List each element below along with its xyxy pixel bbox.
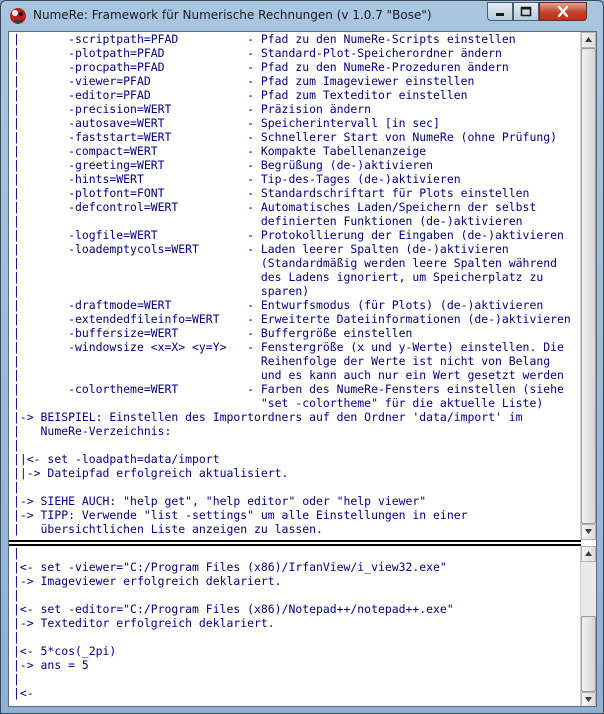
help-output-text: | -scriptpath=PFAD - Pfad zu den NumeRe-… [9, 32, 581, 536]
help-line: |-> BEISPIEL: Einstellen des Importordne… [13, 410, 523, 424]
scroll-down-button[interactable] [581, 692, 596, 706]
window-title: NumeRe: Framework für Numerische Rechnun… [33, 8, 432, 22]
help-line: | sparen) [13, 284, 310, 298]
console-line: |-> ans = 5 [13, 658, 89, 672]
arrow-down-icon [585, 529, 592, 534]
console-line: | [13, 588, 20, 602]
help-line: | -scriptpath=PFAD - Pfad zu den NumeRe-… [13, 32, 516, 46]
help-line: | -viewer=PFAD - Pfad zum Imageviewer ei… [13, 74, 475, 88]
help-line: | (Standardmäßig werden leere Spalten wä… [13, 256, 557, 270]
console-line: |-> Texteditor erfolgreich deklariert. [13, 616, 275, 630]
title-bar[interactable]: NumeRe: Framework für Numerische Rechnun… [1, 1, 603, 31]
arrow-up-icon [585, 551, 592, 556]
help-line: |-> TIPP: Verwende "list -settings" um a… [13, 508, 468, 522]
help-pane-scrollbar[interactable] [580, 32, 596, 540]
console-line: | [13, 672, 20, 686]
console-pane[interactable]: | |<- set -viewer="C:/Program Files (x86)… [9, 546, 581, 706]
help-line: | -hints=WERT - Tip-des-Tages (de-)aktiv… [13, 172, 461, 186]
minimize-button[interactable] [487, 2, 513, 21]
scroll-up-button[interactable] [581, 546, 596, 562]
console-line: |-> Imageviewer erfolgreich deklariert. [13, 574, 282, 588]
minimize-icon [496, 13, 504, 16]
console-area: | -scriptpath=PFAD - Pfad zu den NumeRe-… [8, 31, 597, 707]
help-line: | -windowsize <x=X> <y=Y> - Fenstergröße… [13, 340, 564, 354]
help-line: ||-> Dateipfad erfolgreich aktualisiert. [13, 466, 289, 480]
help-line: | -loademptycols=WERT - Laden leerer Spa… [13, 242, 509, 256]
help-line: | [13, 480, 20, 494]
help-line: | -compact=WERT - Kompakte Tabellenanzei… [13, 144, 427, 158]
scroll-down-button[interactable] [581, 524, 596, 540]
scroll-thumb[interactable] [581, 48, 596, 524]
maximize-icon [520, 6, 532, 17]
console-line: | [13, 546, 20, 560]
arrow-down-icon [585, 697, 592, 702]
help-line: | -logfile=WERT - Protokollierung der Ei… [13, 228, 564, 242]
help-line: | -plotfont=FONT - Standardschriftart fü… [13, 186, 530, 200]
help-output-pane: | -scriptpath=PFAD - Pfad zu den NumeRe-… [9, 32, 581, 540]
console-scrollbar[interactable] [580, 546, 596, 706]
help-line: | -greeting=WERT - Begrüßung (de-)aktivi… [13, 158, 434, 172]
help-line: | des Ladens ignoriert, um Speicherplatz… [13, 270, 544, 284]
console-output-text[interactable]: | |<- set -viewer="C:/Program Files (x86)… [9, 546, 581, 700]
help-line: | definierten Funktionen (de-)aktivieren [13, 214, 523, 228]
help-line: |-> SIEHE AUCH: "help get", "help editor… [13, 494, 427, 508]
app-window: NumeRe: Framework für Numerische Rechnun… [0, 0, 604, 714]
maximize-button[interactable] [513, 2, 539, 21]
console-line: |<- set -editor="C:/Program Files (x86)/… [13, 602, 454, 616]
help-line: | -precision=WERT - Präzision ändern [13, 102, 372, 116]
console-line: |<- set -viewer="C:/Program Files (x86)/… [13, 560, 447, 574]
help-line: ||<- set -loadpath=data/import [13, 452, 220, 466]
help-line: | -buffersize=WERT - Buffergröße einstel… [13, 326, 413, 340]
help-line: | -colortheme=WERT - Farben des NumeRe-F… [13, 382, 564, 396]
help-line: | NumeRe-Verzeichnis: [13, 424, 172, 438]
scroll-thumb[interactable] [581, 616, 596, 692]
close-button[interactable] [539, 2, 587, 21]
console-line: |<- [13, 686, 34, 700]
help-line: | -defcontrol=WERT - Automatisches Laden… [13, 200, 537, 214]
help-line: | -autosave=WERT - Speicherintervall [in… [13, 116, 440, 130]
help-line: | -extendedfileinfo=WERT - Erweiterte Da… [13, 312, 571, 326]
arrow-up-icon [585, 37, 592, 42]
help-line: | [13, 438, 20, 452]
help-line: | und es kann auch nur ein Wert gesetzt … [13, 368, 564, 382]
help-line: | "set -colortheme" für die aktuelle Lis… [13, 396, 544, 410]
numere-app-icon [10, 8, 26, 24]
help-line: | -plotpath=PFAD - Standard-Plot-Speiche… [13, 46, 502, 60]
console-line: | [13, 630, 20, 644]
help-line: | -procpath=PFAD - Pfad zu den NumeRe-Pr… [13, 60, 509, 74]
help-line: | -draftmode=WERT - Entwurfsmodus (für P… [13, 298, 544, 312]
scroll-up-button[interactable] [581, 32, 596, 48]
help-line: | -faststart=WERT - Schnellerer Start vo… [13, 130, 557, 144]
help-line: | übersichtlichen Liste anzeigen zu lass… [13, 522, 323, 536]
console-line: |<- 5*cos(_2pi) [13, 644, 117, 658]
help-line: | -editor=PFAD - Pfad zum Texteditor ein… [13, 88, 468, 102]
close-icon [557, 5, 569, 18]
help-line: | Reihenfolge der Werte ist nicht von Be… [13, 354, 551, 368]
